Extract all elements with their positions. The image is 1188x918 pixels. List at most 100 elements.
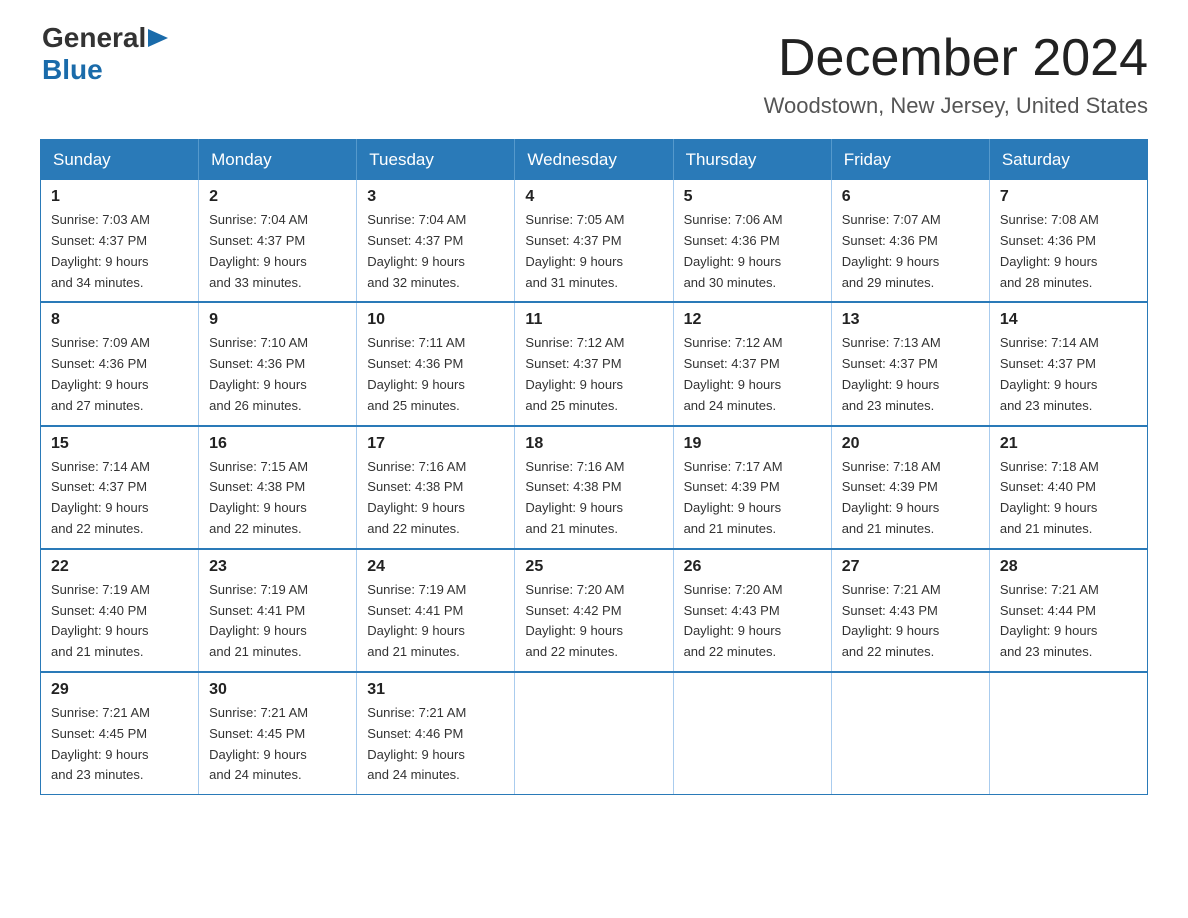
calendar-cell: 15 Sunrise: 7:14 AMSunset: 4:37 PMDaylig…: [41, 426, 199, 549]
location-subtitle: Woodstown, New Jersey, United States: [764, 93, 1148, 119]
day-info: Sunrise: 7:20 AMSunset: 4:42 PMDaylight:…: [525, 582, 624, 659]
day-number: 21: [1000, 435, 1137, 453]
day-info: Sunrise: 7:21 AMSunset: 4:44 PMDaylight:…: [1000, 582, 1099, 659]
calendar-cell: 26 Sunrise: 7:20 AMSunset: 4:43 PMDaylig…: [673, 549, 831, 672]
day-info: Sunrise: 7:21 AMSunset: 4:45 PMDaylight:…: [209, 705, 308, 782]
calendar-cell: [831, 672, 989, 795]
day-info: Sunrise: 7:12 AMSunset: 4:37 PMDaylight:…: [525, 335, 624, 412]
day-info: Sunrise: 7:05 AMSunset: 4:37 PMDaylight:…: [525, 212, 624, 289]
weekday-header-wednesday: Wednesday: [515, 140, 673, 181]
day-info: Sunrise: 7:06 AMSunset: 4:36 PMDaylight:…: [684, 212, 783, 289]
day-number: 29: [51, 681, 188, 699]
day-number: 19: [684, 435, 821, 453]
calendar-cell: 4 Sunrise: 7:05 AMSunset: 4:37 PMDayligh…: [515, 180, 673, 302]
calendar-cell: [515, 672, 673, 795]
calendar-cell: 18 Sunrise: 7:16 AMSunset: 4:38 PMDaylig…: [515, 426, 673, 549]
weekday-header-row: SundayMondayTuesdayWednesdayThursdayFrid…: [41, 140, 1148, 181]
day-number: 11: [525, 311, 662, 329]
day-info: Sunrise: 7:18 AMSunset: 4:40 PMDaylight:…: [1000, 459, 1099, 536]
day-number: 18: [525, 435, 662, 453]
calendar-cell: 9 Sunrise: 7:10 AMSunset: 4:36 PMDayligh…: [199, 302, 357, 425]
day-number: 24: [367, 558, 504, 576]
calendar-cell: 19 Sunrise: 7:17 AMSunset: 4:39 PMDaylig…: [673, 426, 831, 549]
calendar-cell: 1 Sunrise: 7:03 AMSunset: 4:37 PMDayligh…: [41, 180, 199, 302]
day-number: 26: [684, 558, 821, 576]
calendar-cell: 10 Sunrise: 7:11 AMSunset: 4:36 PMDaylig…: [357, 302, 515, 425]
calendar-week-5: 29 Sunrise: 7:21 AMSunset: 4:45 PMDaylig…: [41, 672, 1148, 795]
calendar-cell: [989, 672, 1147, 795]
weekday-header-friday: Friday: [831, 140, 989, 181]
logo-blue-text: Blue: [42, 54, 103, 85]
day-number: 15: [51, 435, 188, 453]
day-number: 7: [1000, 188, 1137, 206]
day-number: 3: [367, 188, 504, 206]
day-number: 22: [51, 558, 188, 576]
day-number: 23: [209, 558, 346, 576]
day-number: 6: [842, 188, 979, 206]
day-info: Sunrise: 7:16 AMSunset: 4:38 PMDaylight:…: [367, 459, 466, 536]
day-number: 14: [1000, 311, 1137, 329]
page-header: General General Blue December 2024 Woods…: [40, 30, 1148, 119]
day-number: 25: [525, 558, 662, 576]
day-info: Sunrise: 7:18 AMSunset: 4:39 PMDaylight:…: [842, 459, 941, 536]
day-info: Sunrise: 7:03 AMSunset: 4:37 PMDaylight:…: [51, 212, 150, 289]
weekday-header-sunday: Sunday: [41, 140, 199, 181]
day-info: Sunrise: 7:11 AMSunset: 4:36 PMDaylight:…: [367, 335, 465, 412]
calendar-cell: 16 Sunrise: 7:15 AMSunset: 4:38 PMDaylig…: [199, 426, 357, 549]
calendar-week-4: 22 Sunrise: 7:19 AMSunset: 4:40 PMDaylig…: [41, 549, 1148, 672]
calendar-cell: 25 Sunrise: 7:20 AMSunset: 4:42 PMDaylig…: [515, 549, 673, 672]
logo-general-text2: General: [42, 22, 146, 54]
calendar-table: SundayMondayTuesdayWednesdayThursdayFrid…: [40, 139, 1148, 795]
calendar-cell: 3 Sunrise: 7:04 AMSunset: 4:37 PMDayligh…: [357, 180, 515, 302]
logo-triangle-icon: [148, 27, 170, 49]
calendar-cell: 22 Sunrise: 7:19 AMSunset: 4:40 PMDaylig…: [41, 549, 199, 672]
day-number: 28: [1000, 558, 1137, 576]
weekday-header-tuesday: Tuesday: [357, 140, 515, 181]
day-number: 4: [525, 188, 662, 206]
day-number: 13: [842, 311, 979, 329]
calendar-cell: 31 Sunrise: 7:21 AMSunset: 4:46 PMDaylig…: [357, 672, 515, 795]
title-area: December 2024 Woodstown, New Jersey, Uni…: [764, 30, 1148, 119]
day-info: Sunrise: 7:04 AMSunset: 4:37 PMDaylight:…: [209, 212, 308, 289]
weekday-header-monday: Monday: [199, 140, 357, 181]
day-number: 5: [684, 188, 821, 206]
day-number: 2: [209, 188, 346, 206]
calendar-cell: 29 Sunrise: 7:21 AMSunset: 4:45 PMDaylig…: [41, 672, 199, 795]
day-number: 20: [842, 435, 979, 453]
calendar-cell: 14 Sunrise: 7:14 AMSunset: 4:37 PMDaylig…: [989, 302, 1147, 425]
day-number: 16: [209, 435, 346, 453]
day-number: 8: [51, 311, 188, 329]
day-number: 17: [367, 435, 504, 453]
weekday-header-saturday: Saturday: [989, 140, 1147, 181]
calendar-cell: 23 Sunrise: 7:19 AMSunset: 4:41 PMDaylig…: [199, 549, 357, 672]
calendar-cell: [673, 672, 831, 795]
day-info: Sunrise: 7:15 AMSunset: 4:38 PMDaylight:…: [209, 459, 308, 536]
day-info: Sunrise: 7:19 AMSunset: 4:41 PMDaylight:…: [209, 582, 308, 659]
day-info: Sunrise: 7:04 AMSunset: 4:37 PMDaylight:…: [367, 212, 466, 289]
day-info: Sunrise: 7:09 AMSunset: 4:36 PMDaylight:…: [51, 335, 150, 412]
calendar-cell: 12 Sunrise: 7:12 AMSunset: 4:37 PMDaylig…: [673, 302, 831, 425]
logo-area: General General Blue: [40, 30, 172, 86]
page-title: December 2024: [764, 30, 1148, 87]
calendar-cell: 11 Sunrise: 7:12 AMSunset: 4:37 PMDaylig…: [515, 302, 673, 425]
day-info: Sunrise: 7:17 AMSunset: 4:39 PMDaylight:…: [684, 459, 783, 536]
calendar-week-2: 8 Sunrise: 7:09 AMSunset: 4:36 PMDayligh…: [41, 302, 1148, 425]
calendar-cell: 13 Sunrise: 7:13 AMSunset: 4:37 PMDaylig…: [831, 302, 989, 425]
day-number: 1: [51, 188, 188, 206]
day-number: 9: [209, 311, 346, 329]
calendar-cell: 30 Sunrise: 7:21 AMSunset: 4:45 PMDaylig…: [199, 672, 357, 795]
day-info: Sunrise: 7:08 AMSunset: 4:36 PMDaylight:…: [1000, 212, 1099, 289]
day-info: Sunrise: 7:21 AMSunset: 4:45 PMDaylight:…: [51, 705, 150, 782]
calendar-cell: 17 Sunrise: 7:16 AMSunset: 4:38 PMDaylig…: [357, 426, 515, 549]
day-info: Sunrise: 7:21 AMSunset: 4:43 PMDaylight:…: [842, 582, 941, 659]
day-info: Sunrise: 7:16 AMSunset: 4:38 PMDaylight:…: [525, 459, 624, 536]
day-info: Sunrise: 7:20 AMSunset: 4:43 PMDaylight:…: [684, 582, 783, 659]
calendar-week-1: 1 Sunrise: 7:03 AMSunset: 4:37 PMDayligh…: [41, 180, 1148, 302]
calendar-week-3: 15 Sunrise: 7:14 AMSunset: 4:37 PMDaylig…: [41, 426, 1148, 549]
day-info: Sunrise: 7:14 AMSunset: 4:37 PMDaylight:…: [1000, 335, 1099, 412]
calendar-cell: 27 Sunrise: 7:21 AMSunset: 4:43 PMDaylig…: [831, 549, 989, 672]
day-info: Sunrise: 7:19 AMSunset: 4:41 PMDaylight:…: [367, 582, 466, 659]
calendar-cell: 21 Sunrise: 7:18 AMSunset: 4:40 PMDaylig…: [989, 426, 1147, 549]
calendar-cell: 5 Sunrise: 7:06 AMSunset: 4:36 PMDayligh…: [673, 180, 831, 302]
day-info: Sunrise: 7:13 AMSunset: 4:37 PMDaylight:…: [842, 335, 941, 412]
